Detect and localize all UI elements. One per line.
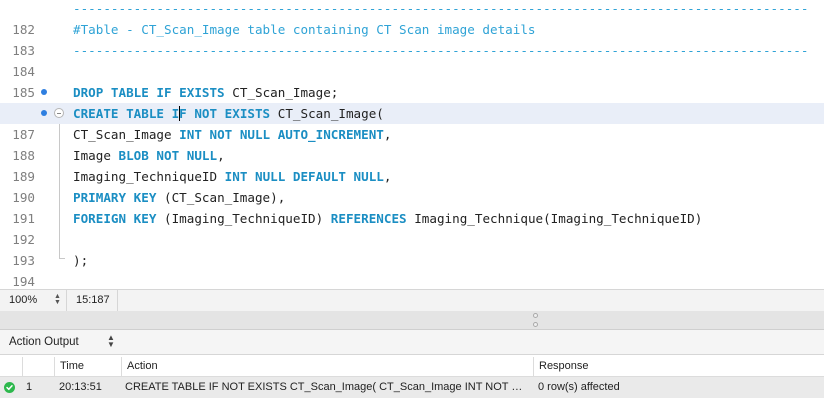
sql-keyword: F NOT EXISTS bbox=[179, 106, 271, 121]
row-time: 20:13:51 bbox=[59, 381, 102, 393]
code-line-current[interactable]: 187 CREATE TABLE IF NOT EXISTS CT_Scan_I… bbox=[0, 103, 824, 142]
row-index: 1 bbox=[26, 381, 33, 393]
updown-chevron-icon[interactable]: ▲ ▼ bbox=[53, 293, 62, 307]
code-line[interactable]: 184 ------------------------------------… bbox=[0, 40, 824, 79]
code-text: CT_Scan_Image INT NOT NULL AUTO_INCREMEN… bbox=[73, 124, 391, 145]
zoom-select[interactable]: 100% ▲ ▼ bbox=[0, 290, 67, 311]
code-text: CREATE TABLE IF NOT EXISTS CT_Scan_Image… bbox=[73, 103, 384, 124]
column-header-index[interactable] bbox=[22, 357, 54, 376]
sql-text: CT_Scan_Image; bbox=[224, 85, 339, 100]
sql-keyword: FOREIGN KEY bbox=[73, 211, 157, 226]
column-header-time[interactable]: Time bbox=[54, 357, 121, 376]
code-text: Image BLOB NOT NULL, bbox=[73, 145, 225, 166]
sql-text: , bbox=[383, 127, 392, 142]
row-action: CREATE TABLE IF NOT EXISTS CT_Scan_Image… bbox=[125, 381, 529, 393]
code-line[interactable]: 186 DROP TABLE IF EXISTS CT_Scan_Image; bbox=[0, 82, 824, 121]
sql-text: CT_Scan_Image( bbox=[270, 106, 384, 121]
sql-text: (Imaging_TechniqueID) bbox=[156, 211, 331, 226]
sql-editor[interactable]: 182 ------------------------------------… bbox=[0, 0, 824, 289]
code-line[interactable]: 185 bbox=[0, 61, 824, 100]
row-response: 0 row(s) affected bbox=[538, 381, 620, 393]
sql-text: , bbox=[383, 169, 392, 184]
sql-text: Imaging_TechniqueID bbox=[73, 169, 225, 184]
code-comment: ----------------------------------------… bbox=[73, 1, 809, 16]
column-header-response[interactable]: Response bbox=[533, 357, 824, 376]
fold-toggle-icon[interactable] bbox=[54, 108, 64, 118]
sql-keyword: INT NOT NULL AUTO_INCREMENT bbox=[179, 127, 384, 142]
code-line[interactable]: 189 Image BLOB NOT NULL, bbox=[0, 145, 824, 184]
sql-text: CT_Scan_Image bbox=[73, 127, 180, 142]
code-comment: ----------------------------------------… bbox=[73, 43, 809, 58]
success-check-icon bbox=[4, 382, 15, 393]
sql-text: Image bbox=[73, 148, 119, 163]
sql-keyword: INT NULL DEFAULT NULL bbox=[224, 169, 384, 184]
cursor-position-label: 15:187 bbox=[76, 294, 110, 306]
sql-keyword: PRIMARY KEY bbox=[73, 190, 157, 205]
code-text: DROP TABLE IF EXISTS CT_Scan_Image; bbox=[73, 82, 338, 103]
column-header-action[interactable]: Action bbox=[121, 357, 533, 376]
sql-keyword: CREATE TABLE I bbox=[73, 106, 180, 121]
code-line[interactable]: 183 #Table - CT_Scan_Image table contain… bbox=[0, 19, 824, 58]
code-line[interactable]: 193 bbox=[0, 229, 824, 268]
zoom-level: 100% bbox=[9, 294, 38, 306]
code-text: ); bbox=[73, 253, 89, 268]
code-line[interactable]: 190 Imaging_TechniqueID INT NULL DEFAULT… bbox=[0, 166, 824, 205]
statement-marker-icon[interactable] bbox=[41, 89, 47, 95]
output-type-label[interactable]: Action Output bbox=[9, 336, 79, 348]
sql-keyword: REFERENCES bbox=[330, 211, 407, 226]
code-line[interactable]: 182 ------------------------------------… bbox=[0, 0, 824, 37]
code-text: PRIMARY KEY (CT_Scan_Image), bbox=[73, 187, 285, 208]
sql-text: , bbox=[217, 148, 225, 163]
code-text: Imaging_TechniqueID INT NULL DEFAULT NUL… bbox=[73, 166, 391, 187]
code-line[interactable]: 188 CT_Scan_Image INT NOT NULL AUTO_INCR… bbox=[0, 124, 824, 163]
code-line[interactable]: 194 ); bbox=[0, 250, 824, 289]
statement-marker-icon[interactable] bbox=[41, 110, 47, 116]
editor-status-bar: 100% ▲ ▼ 15:187 bbox=[0, 289, 824, 311]
output-table-header: Time Action Response bbox=[0, 357, 824, 377]
splitter-grip-icon[interactable] bbox=[533, 322, 538, 327]
code-line[interactable]: 195 bbox=[0, 271, 824, 289]
action-output-header: Action Output ▲ ▼ bbox=[0, 330, 824, 355]
code-line[interactable]: 192 FOREIGN KEY (Imaging_TechniqueID) RE… bbox=[0, 208, 824, 247]
sql-text: (CT_Scan_Image), bbox=[156, 190, 286, 205]
code-line[interactable]: 191 PRIMARY KEY (CT_Scan_Image), bbox=[0, 187, 824, 226]
sql-text: Imaging_Technique(Imaging_TechniqueID) bbox=[406, 211, 703, 226]
code-text: FOREIGN KEY (Imaging_TechniqueID) REFERE… bbox=[73, 208, 702, 229]
table-row[interactable]: 1 20:13:51 CREATE TABLE IF NOT EXISTS CT… bbox=[0, 377, 824, 398]
updown-chevron-icon[interactable]: ▲ ▼ bbox=[107, 334, 115, 349]
cursor-position: 15:187 bbox=[67, 290, 118, 311]
sql-keyword: DROP TABLE IF EXISTS bbox=[73, 85, 225, 100]
sql-keyword: BLOB NOT NULL bbox=[118, 148, 218, 163]
splitter-grip-icon[interactable] bbox=[533, 313, 538, 318]
panel-splitter[interactable] bbox=[0, 311, 824, 330]
code-comment: #Table - CT_Scan_Image table containing … bbox=[73, 22, 536, 37]
